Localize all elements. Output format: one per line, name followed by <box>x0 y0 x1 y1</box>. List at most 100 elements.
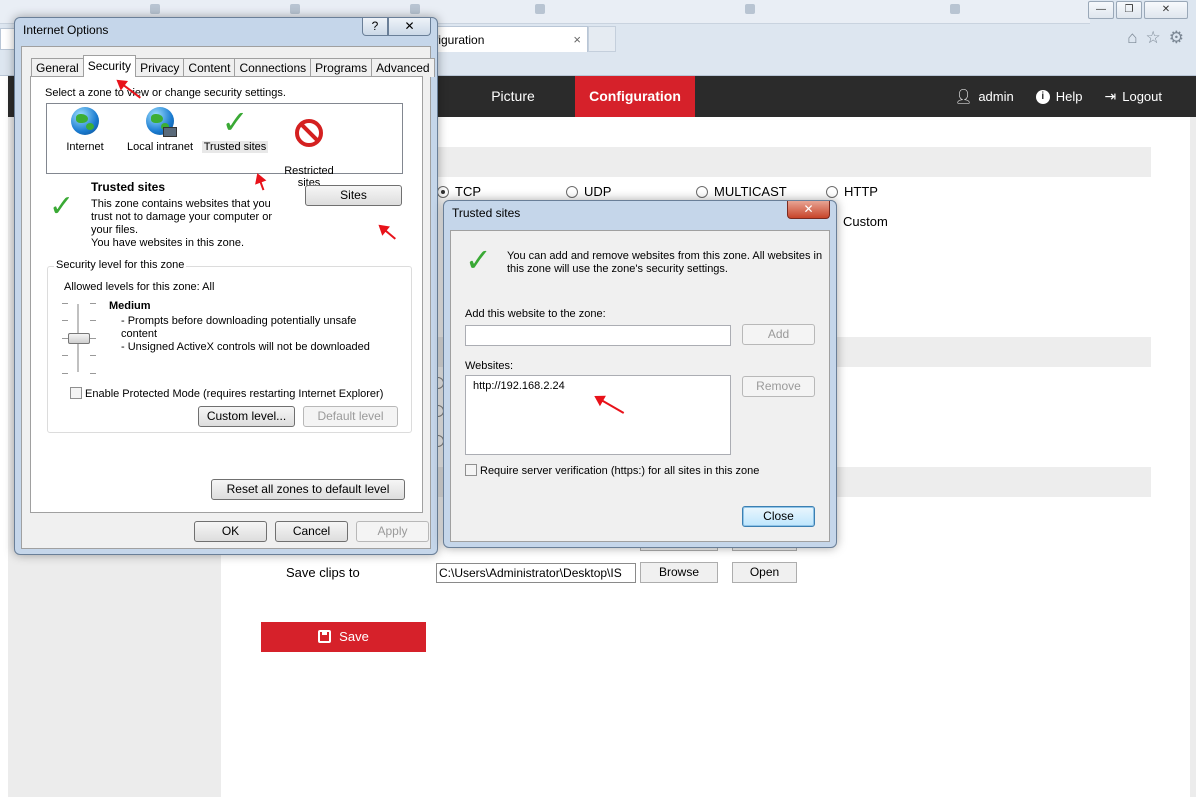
require-https-option[interactable]: Require server verification (https:) for… <box>465 464 759 477</box>
group-title: Security level for this zone <box>54 259 187 271</box>
dialog-body: General Security Privacy Content Connect… <box>21 46 435 549</box>
globe-icon <box>70 107 100 137</box>
help-label: Help <box>1055 89 1083 104</box>
radio-button[interactable] <box>826 185 838 198</box>
window-controls: — ❐ ✕ <box>1088 1 1188 19</box>
require-https-checkbox[interactable] <box>465 464 477 476</box>
user-area: 👤︎ admin i Help ⇥ Logout <box>955 76 1162 117</box>
reset-all-zones-button[interactable]: Reset all zones to default level <box>211 479 405 500</box>
help-button[interactable]: ? <box>362 18 388 36</box>
tab-close-icon[interactable]: × <box>573 27 581 53</box>
zone-description: This zone contains websites that you tru… <box>91 198 272 236</box>
security-level-group: Security level for this zone Allowed lev… <box>47 259 412 433</box>
home-icon[interactable]: ⌂ <box>1127 28 1137 48</box>
section-header <box>436 147 1151 177</box>
trusted-checkmark-icon: ✓ <box>49 190 75 223</box>
zone-internet[interactable]: Internet <box>48 107 122 153</box>
close-dialog-button[interactable]: Close <box>742 506 815 527</box>
nav-configuration[interactable]: Configuration <box>575 76 695 117</box>
nav-picture[interactable]: Picture <box>478 76 548 117</box>
trusted-sites-dialog: Trusted sites ✕ ✓ You can add and remove… <box>443 200 837 548</box>
level-description: - Unsigned ActiveX controls will not be … <box>121 341 370 353</box>
security-slider-thumb[interactable] <box>68 333 90 344</box>
save-button[interactable]: Save <box>261 622 426 652</box>
help-link[interactable]: i Help <box>1035 89 1083 104</box>
websites-list[interactable]: http://192.168.2.24 <box>465 375 731 455</box>
radio-http[interactable]: HTTP <box>826 184 878 199</box>
username: admin <box>978 89 1014 104</box>
background-tab[interactable] <box>950 4 966 20</box>
allowed-levels: Allowed levels for this zone: All <box>64 281 215 293</box>
custom-level-button[interactable]: Custom level... <box>198 406 295 427</box>
restricted-icon <box>294 119 324 149</box>
save-clips-label: Save clips to <box>286 565 360 580</box>
protected-mode-option[interactable]: Enable Protected Mode (requires restarti… <box>70 387 383 400</box>
tab-configuration[interactable]: figuration × <box>430 26 588 52</box>
internet-options-dialog: Internet Options ? ✕ General Security Pr… <box>14 17 438 555</box>
level-name: Medium <box>109 300 151 312</box>
background-tab[interactable] <box>535 4 551 20</box>
radio-label: MULTICAST <box>714 184 787 199</box>
level-description: - Prompts before downloading potentially… <box>121 315 357 340</box>
minimize-button[interactable]: — <box>1088 1 1114 19</box>
tab-security[interactable]: Security <box>82 55 137 77</box>
dialog-body: ✓ You can add and remove websites from t… <box>450 230 830 542</box>
tab-title: figuration <box>435 33 485 47</box>
zone-trusted-sites[interactable]: ✓ Trusted sites <box>198 104 272 153</box>
radio-label: UDP <box>584 184 612 199</box>
tab-privacy[interactable]: Privacy <box>135 58 185 77</box>
apply-button[interactable]: Apply <box>356 521 429 542</box>
zone-status: You have websites in this zone. <box>91 237 245 249</box>
radio-button[interactable] <box>437 185 449 198</box>
browser-toolbar: ⌂ ☆ ⚙ <box>1127 28 1184 48</box>
close-window-button[interactable]: ✕ <box>1144 1 1188 19</box>
default-level-button[interactable]: Default level <box>303 406 398 427</box>
settings-gear-icon[interactable]: ⚙ <box>1169 28 1184 48</box>
maximize-button[interactable]: ❐ <box>1116 1 1142 19</box>
new-tab-button[interactable] <box>588 26 616 52</box>
close-button[interactable]: ✕ <box>787 201 830 219</box>
dialog-title: Trusted sites <box>452 206 521 220</box>
favorites-star-icon[interactable]: ☆ <box>1146 28 1161 48</box>
user-menu[interactable]: 👤︎ admin <box>955 88 1014 105</box>
zone-prompt: Select a zone to view or change security… <box>45 87 286 99</box>
open-button[interactable]: Open <box>732 562 797 583</box>
logout-link[interactable]: ⇥ Logout <box>1105 88 1163 105</box>
user-icon: 👤︎ <box>954 88 973 104</box>
zone-local-intranet[interactable]: Local intranet <box>123 107 197 153</box>
background-tab[interactable] <box>745 4 761 20</box>
tab-content[interactable]: Content <box>183 58 236 77</box>
close-button[interactable]: ✕ <box>388 18 431 36</box>
protected-mode-label: Enable Protected Mode (requires restarti… <box>85 388 384 400</box>
radio-multicast[interactable]: MULTICAST <box>696 184 787 199</box>
add-button[interactable]: Add <box>742 324 815 345</box>
radio-udp[interactable]: UDP <box>566 184 611 199</box>
remove-button[interactable]: Remove <box>742 376 815 397</box>
tab-programs[interactable]: Programs <box>310 58 373 77</box>
website-list-item[interactable]: http://192.168.2.24 <box>473 380 565 392</box>
save-clips-path-input[interactable]: C:\Users\Administrator\Desktop\IS <box>436 563 636 583</box>
cancel-button[interactable]: Cancel <box>275 521 348 542</box>
zone-info-description: This zone contains websites that you tru… <box>91 198 291 250</box>
radio-button[interactable] <box>566 185 578 198</box>
radio-label: HTTP <box>844 184 878 199</box>
custom-option-label[interactable]: Custom <box>843 214 888 229</box>
checkmark-icon: ✓ <box>221 104 249 140</box>
add-website-input[interactable] <box>465 325 731 346</box>
add-website-label: Add this website to the zone: <box>465 308 606 320</box>
zone-list: Internet Local intranet ✓ Trusted sites … <box>46 103 403 189</box>
ok-button[interactable]: OK <box>194 521 267 542</box>
zone-label: Trusted sites <box>201 141 269 153</box>
tab-connections[interactable]: Connections <box>234 58 312 77</box>
tab-strip: General Security Privacy Content Connect… <box>31 55 435 77</box>
radio-button[interactable] <box>696 185 708 198</box>
browse-button[interactable]: Browse <box>640 562 718 583</box>
trusted-sites-info: You can add and remove websites from thi… <box>507 250 823 275</box>
logout-label: Logout <box>1122 89 1162 104</box>
protected-mode-checkbox[interactable] <box>70 387 82 399</box>
tab-general[interactable]: General <box>31 58 84 77</box>
radio-tcp[interactable]: TCP <box>437 184 481 199</box>
checkmark-icon: ✓ <box>465 242 492 278</box>
sites-button[interactable]: Sites <box>305 185 402 206</box>
tab-advanced[interactable]: Advanced <box>371 58 435 77</box>
